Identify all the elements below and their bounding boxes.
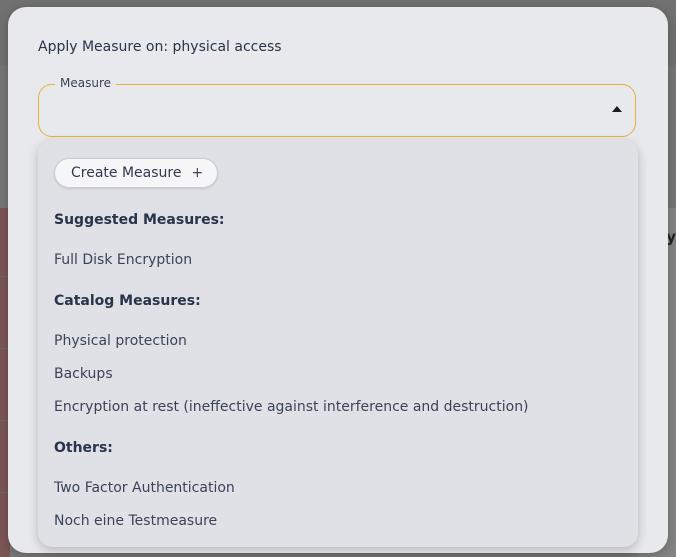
caret-up-icon[interactable]	[612, 106, 622, 112]
measure-select[interactable]: Measure	[38, 76, 636, 137]
dialog-title: Apply Measure on: physical access	[38, 39, 282, 55]
option-encryption-at-rest[interactable]: Encryption at rest (ineffective against …	[54, 399, 529, 415]
measure-field-label: Measure	[55, 76, 116, 90]
option-two-factor-authentication[interactable]: Two Factor Authentication	[54, 480, 235, 496]
option-physical-protection[interactable]: Physical protection	[54, 333, 187, 349]
group-heading-others: Others:	[54, 440, 113, 456]
option-backups[interactable]: Backups	[54, 366, 113, 382]
option-full-disk-encryption[interactable]: Full Disk Encryption	[54, 252, 192, 268]
group-heading-catalog: Catalog Measures:	[54, 293, 201, 309]
plus-icon: +	[191, 165, 204, 181]
group-heading-suggested: Suggested Measures:	[54, 212, 225, 228]
create-measure-button[interactable]: Create Measure +	[54, 158, 219, 188]
option-noch-eine-testmeasure[interactable]: Noch eine Testmeasure	[54, 513, 217, 529]
create-measure-label: Create Measure	[71, 165, 182, 181]
measure-dropdown-list: Create Measure + Suggested Measures: Ful…	[38, 140, 638, 547]
